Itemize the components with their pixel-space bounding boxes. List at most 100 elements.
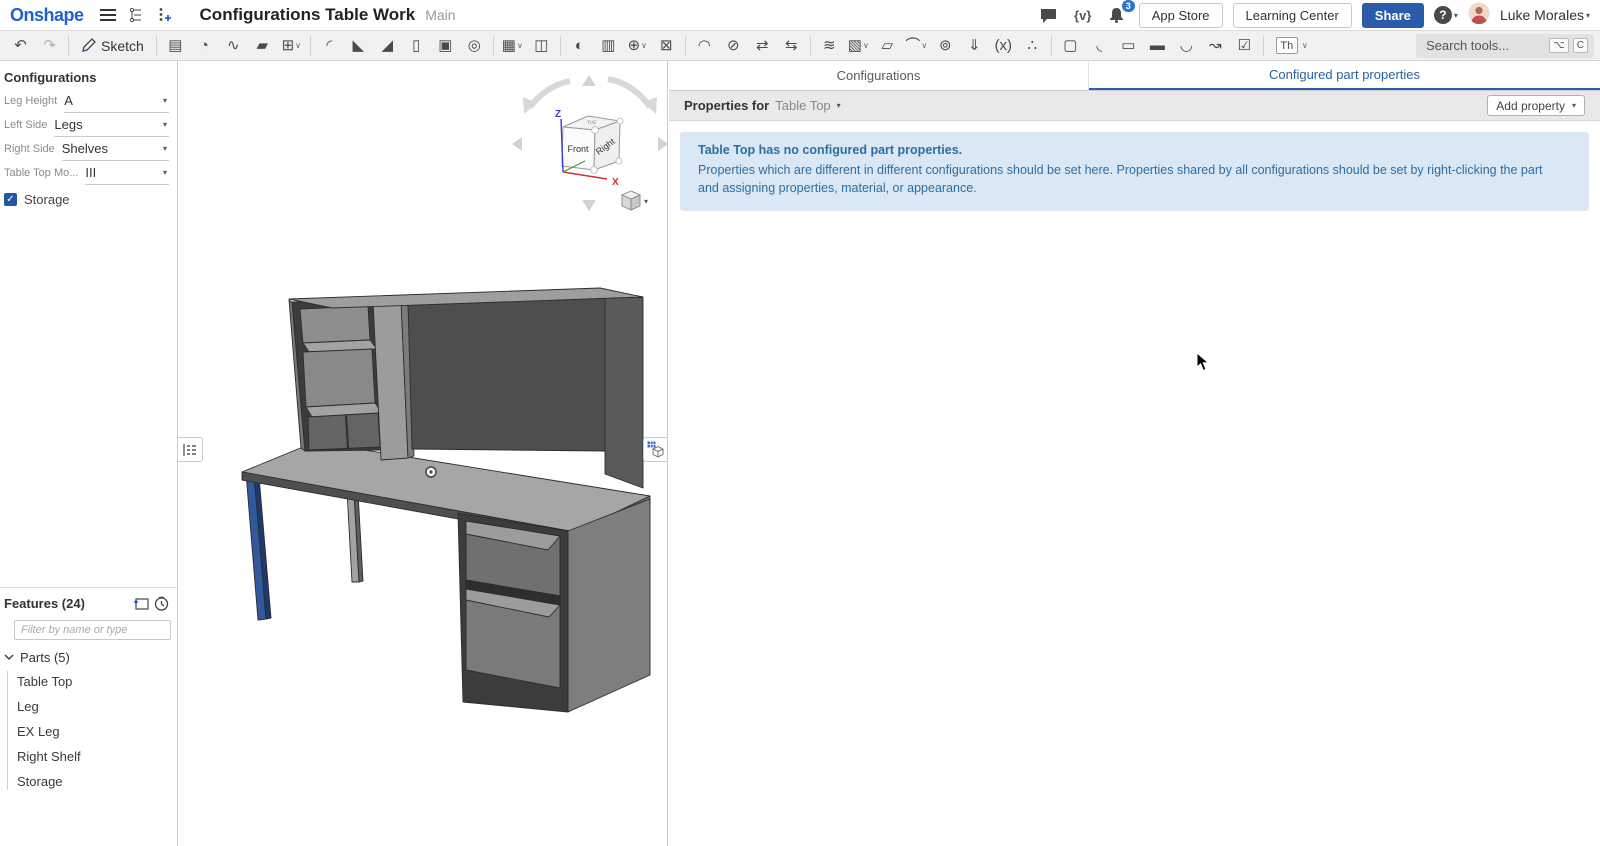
toolbar-button-sheet-metal[interactable]: ▢ [1056, 33, 1085, 59]
toolbar-button-plane[interactable]: ▱ [873, 33, 902, 59]
caret-down-icon[interactable]: ▾ [644, 197, 648, 206]
part-item[interactable]: Table Top [0, 669, 177, 694]
document-outline-icon[interactable] [126, 5, 146, 25]
toolbar-button-chamfer[interactable]: ◣ [344, 33, 373, 59]
toolbar-button-finish[interactable]: ☑ [1230, 33, 1259, 59]
view-cube[interactable]: Front Right Top Z X ▾ [178, 61, 668, 231]
toolbar-button-bend[interactable]: ◟ [1085, 33, 1114, 59]
toolbar-button-thicken[interactable]: ⊞ ∨ [277, 33, 306, 59]
sketch-button[interactable]: Sketch [73, 33, 152, 59]
toolbar-button-transform[interactable]: ⊕ ∨ [623, 33, 652, 59]
document-title[interactable]: Configurations Table Work [200, 5, 416, 25]
redo-button[interactable]: ↷ [35, 33, 64, 59]
menu-icon[interactable] [98, 5, 118, 25]
toolbar-button-linear-pattern[interactable]: ▦ ∨ [498, 33, 527, 59]
toolbar-button-flatten[interactable]: ▭ [1114, 33, 1143, 59]
caret-down-icon: ▾ [1454, 11, 1458, 20]
topbar-actions: {v} 3 App Store Learning Center Share ? … [1037, 2, 1590, 29]
workspace-name[interactable]: Main [425, 7, 455, 23]
caret-down-icon: ▾ [1572, 101, 1576, 110]
toolbar-button-flange[interactable]: ◡ [1172, 33, 1201, 59]
toolbar-button-modify-fillet[interactable]: ◠ [690, 33, 719, 59]
search-tools-input[interactable]: Search tools... ⌥ C [1416, 34, 1594, 58]
toolbar-button-hole[interactable]: ◎ [460, 33, 489, 59]
sketch-label: Sketch [101, 38, 144, 54]
toolbar-button-curve[interactable]: ⌒ ∨ [902, 33, 931, 59]
storage-part[interactable] [568, 499, 650, 712]
part-item[interactable]: EX Leg [0, 719, 177, 744]
feature-toolbar: ↶ ↷ Sketch ▤ ◔ ∿ [0, 31, 1600, 61]
toolbar-button-sweep[interactable]: ∿ [219, 33, 248, 59]
features-filter-input[interactable] [14, 620, 171, 640]
part-selector-dropdown[interactable]: Table Top ▾ [775, 98, 840, 113]
view-options-button[interactable] [622, 191, 640, 210]
part-item[interactable]: Storage [0, 769, 177, 794]
toolbar-button-loft[interactable]: ▰ [248, 33, 277, 59]
user-menu[interactable]: Luke Morales ▾ [1500, 7, 1590, 23]
toolbar-button-shell[interactable]: ▣ [431, 33, 460, 59]
feature-list-toggle[interactable] [178, 437, 203, 462]
chevron-down-icon: ∨ [641, 41, 647, 50]
toolbar-button-instances[interactable]: ∴ [1018, 33, 1047, 59]
configuration-panel-toggle[interactable] [643, 437, 667, 462]
toolbar-button-offset-surface[interactable]: ≋ [815, 33, 844, 59]
featurescript-icon[interactable]: {v} [1071, 4, 1095, 26]
toolbar-button-delete-part[interactable]: ⊠ [652, 33, 681, 59]
config-row: Right Side Shelves ▾ [4, 137, 169, 161]
toolbar-button-rib[interactable]: ▯ [402, 33, 431, 59]
part-item[interactable]: Right Shelf [0, 744, 177, 769]
toolbar-icons: ▤ ◔ ∿ ▰ ⊞ ∨ [161, 33, 1268, 59]
toolbar-button-variable[interactable]: (x) [989, 33, 1018, 59]
notifications-bell-icon[interactable]: 3 [1105, 4, 1129, 26]
c-keycap: C [1573, 38, 1588, 53]
custom-feature-th-button[interactable]: Th [1276, 37, 1298, 54]
app-store-button[interactable]: App Store [1139, 3, 1223, 28]
rollback-history-icon[interactable] [151, 594, 171, 612]
create-element-icon[interactable] [154, 5, 174, 25]
toolbar-button-replace-face[interactable]: ⇆ [777, 33, 806, 59]
graphics-viewport[interactable]: Front Right Top Z X ▾ [178, 61, 668, 846]
user-avatar[interactable] [1468, 2, 1490, 29]
config-select[interactable]: Legs ▾ [54, 113, 169, 137]
rotate-arc-right[interactable] [608, 79, 650, 107]
onshape-logo[interactable]: Onshape [10, 5, 84, 26]
view-cube-front-label[interactable]: Front [567, 144, 589, 154]
tab-configured-part-properties[interactable]: Configured part properties [1089, 61, 1600, 90]
back-panel[interactable] [408, 291, 605, 451]
parts-list: Table Top Leg EX Leg Right Shelf Storage [0, 669, 177, 794]
comments-icon[interactable] [1037, 4, 1061, 26]
config-select[interactable]: Shelves ▾ [62, 137, 169, 161]
undo-button[interactable]: ↶ [6, 33, 35, 59]
toolbar-button-draft[interactable]: ◢ [373, 33, 402, 59]
toolbar-divider [810, 36, 811, 56]
tab-configurations[interactable]: Configurations [669, 61, 1089, 90]
toolbar-button-spline[interactable]: ↝ [1201, 33, 1230, 59]
toolbar-button-move-face[interactable]: ⇄ [748, 33, 777, 59]
toolbar-button-boolean[interactable]: ◐ [565, 33, 594, 59]
create-folder-icon[interactable] [131, 594, 151, 612]
origin-marker[interactable] [426, 467, 436, 477]
config-select[interactable]: III ▾ [85, 161, 169, 185]
features-panel: Features (24) Parts (5) Table Top Leg [0, 587, 177, 794]
config-select[interactable]: A ▾ [64, 89, 169, 113]
toolbar-button-derived[interactable]: ⇓ [960, 33, 989, 59]
toolbar-button-extrude[interactable]: ▤ [161, 33, 190, 59]
toolbar-button-fill-surface[interactable]: ▧ ∨ [844, 33, 873, 59]
learning-center-button[interactable]: Learning Center [1233, 3, 1352, 28]
parts-group-toggle[interactable]: Parts (5) [4, 650, 177, 665]
add-property-button[interactable]: Add property ▾ [1487, 95, 1585, 116]
toolbar-button-helix[interactable]: ⊚ [931, 33, 960, 59]
toolbar-button-fillet[interactable]: ◜ [315, 33, 344, 59]
info-body: Properties which are different in differ… [698, 162, 1558, 197]
toolbar-button-tab[interactable]: ▬ [1143, 33, 1172, 59]
mouse-cursor [1196, 352, 1210, 372]
toolbar-button-delete-face[interactable]: ⊘ [719, 33, 748, 59]
toolbar-button-mirror[interactable]: ◫ [527, 33, 556, 59]
toolbar-button-split[interactable]: ▥ [594, 33, 623, 59]
part-item[interactable]: Leg [0, 694, 177, 719]
storage-checkbox[interactable]: ✓ [4, 193, 17, 206]
help-menu[interactable]: ? ▾ [1434, 6, 1458, 24]
share-button[interactable]: Share [1362, 3, 1424, 28]
properties-for-label: Properties for [684, 98, 769, 113]
toolbar-button-revolve[interactable]: ◔ [190, 33, 219, 59]
